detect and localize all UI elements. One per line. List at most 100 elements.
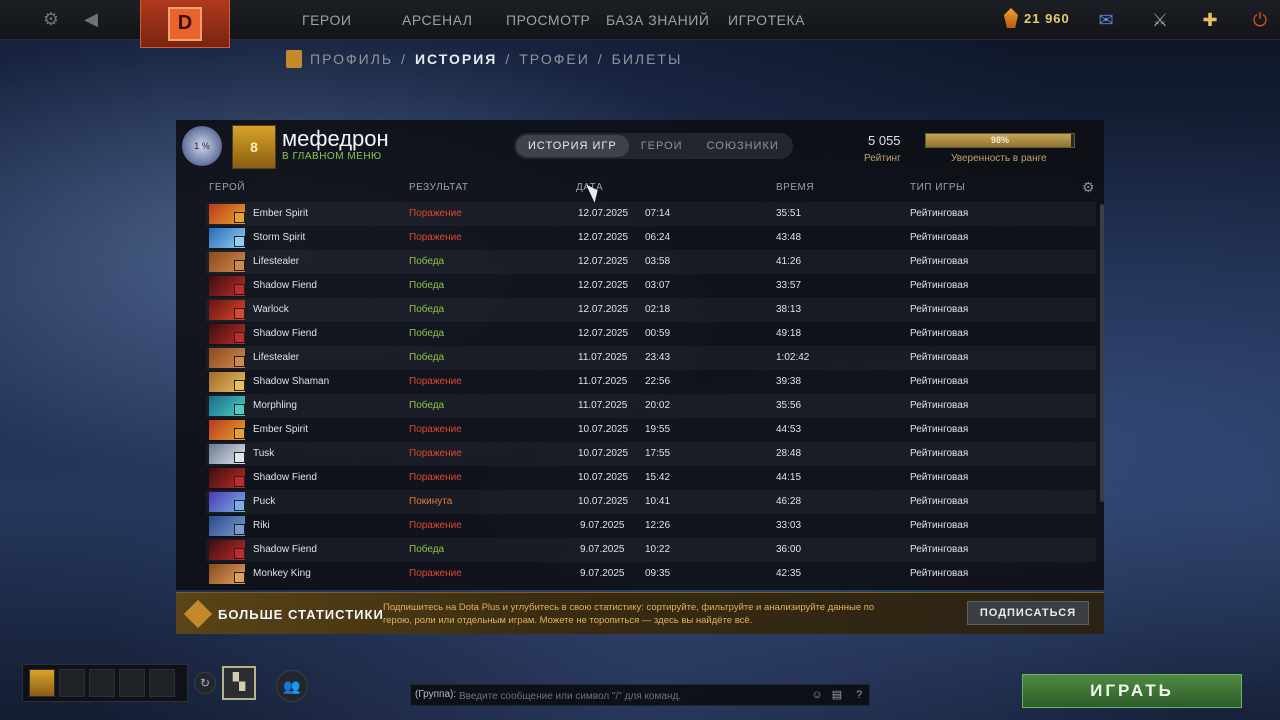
nav-item[interactable]: ГЕРОИ [294, 12, 359, 28]
role-badge-icon [234, 428, 245, 439]
match-result: Поражение [409, 568, 462, 579]
match-row[interactable]: Lifestealer Победа 12.07.2025 03:58 41:26 Рей… [206, 250, 1096, 274]
nav-item[interactable]: ИГРОТЕКА [720, 12, 813, 28]
match-time: 02:18 [645, 304, 671, 315]
nav-item[interactable]: АРСЕНАЛ [394, 12, 480, 28]
subscribe-button[interactable]: ПОДПИСАТЬСЯ [967, 601, 1089, 625]
match-row[interactable]: Ember Spirit Поражение 12.07.2025 07:14 35:5… [206, 202, 1096, 226]
group-icon[interactable]: 👥 [276, 670, 308, 702]
party-slot-empty[interactable] [119, 669, 145, 697]
armory-icon[interactable]: ⚔ [1146, 6, 1174, 34]
subnav-trophies[interactable]: ТРОФЕИ [519, 51, 590, 67]
gear-icon[interactable]: ⚙ [40, 8, 62, 30]
scrollbar[interactable] [1100, 204, 1104, 502]
tab-allies[interactable]: СОЮЗНИКИ [695, 135, 791, 157]
party-slot-empty[interactable] [149, 669, 175, 697]
match-duration: 42:35 [776, 568, 802, 579]
match-time: 20:02 [645, 400, 671, 411]
role-badge-icon [234, 356, 245, 367]
match-time: 10:41 [645, 496, 671, 507]
chat-bar: (Группа): ☺ ▤ ? [410, 684, 870, 706]
party-slot-self[interactable] [29, 669, 55, 697]
match-type: Рейтинговая [910, 304, 969, 315]
column-result[interactable]: РЕЗУЛЬТАТ [409, 182, 468, 193]
subnav-history[interactable]: ИСТОРИЯ [415, 51, 497, 67]
match-row[interactable]: Shadow Fiend Победа 12.07.2025 03:07 33:57 Ре… [206, 274, 1096, 298]
match-row[interactable]: Storm Spirit Поражение 12.07.2025 06:24 43:4… [206, 226, 1096, 250]
match-type: Рейтинговая [910, 496, 969, 507]
nav-item[interactable]: ПРОСМОТР [498, 12, 598, 28]
player-name: мефедрон [282, 126, 389, 151]
party-slot-empty[interactable] [59, 669, 85, 697]
profile-subnav: ПРОФИЛЬ / ИСТОРИЯ / ТРОФЕИ / БИЛЕТЫ [286, 50, 682, 68]
nav-item[interactable]: БАЗА ЗНАНИЙ [598, 12, 717, 28]
chat-input[interactable] [459, 688, 799, 704]
match-date: 9.07.2025 [580, 544, 625, 555]
top-bar: ⚙ ◀ D ГЕРОИ АРСЕНАЛ ПРОСМОТР БАЗА ЗНАНИЙ ИГР… [0, 0, 1280, 48]
match-duration: 49:18 [776, 328, 802, 339]
match-row[interactable]: Puck Покинута 10.07.2025 10:41 46:28 Рейтинго… [206, 490, 1096, 514]
column-duration[interactable]: ВРЕМЯ [776, 182, 814, 193]
chat-mode-icon[interactable]: ▤ [829, 687, 845, 703]
rank-medal-icon[interactable]: 1 % [182, 126, 222, 166]
chat-icon[interactable]: ✉ [1092, 6, 1120, 34]
role-badge-icon [234, 452, 245, 463]
match-row[interactable]: Ember Spirit Поражение 10.07.2025 19:55 44:5… [206, 418, 1096, 442]
power-icon[interactable]: ⏻ [1246, 6, 1274, 34]
banner-title: БОЛЬШЕ СТАТИСТИКИ [218, 607, 384, 622]
match-date: 12.07.2025 [578, 256, 629, 267]
subnav-tickets[interactable]: БИЛЕТЫ [612, 51, 683, 67]
match-row[interactable]: Shadow Fiend Поражение 10.07.2025 15:42 44:1… [206, 466, 1096, 490]
hero-name: Shadow Fiend [253, 280, 317, 291]
role-badge-icon [234, 212, 245, 223]
match-row[interactable]: Warlock Победа 12.07.2025 02:18 38:13 Рейтинг… [206, 298, 1096, 322]
role-badge-icon [234, 236, 245, 247]
shards-balance[interactable]: 21 960 [1004, 8, 1070, 28]
match-row[interactable]: Shadow Fiend Победа 12.07.2025 00:59 49:18 Ре… [206, 322, 1096, 346]
match-result: Победа [409, 400, 445, 411]
match-result: Поражение [409, 472, 462, 483]
match-row[interactable]: Tusk Поражение 10.07.2025 17:55 28:48 Рейтинг… [206, 442, 1096, 466]
settings-gear-icon[interactable]: ⚙ [1082, 180, 1096, 194]
dota-plus-icon[interactable]: ✚ [1196, 6, 1224, 34]
hero-name: Tusk [253, 448, 275, 459]
avatar[interactable]: 8 [232, 125, 276, 169]
battle-pass-badge-icon[interactable]: ▚ [222, 666, 256, 700]
rating-value: 5 055 [868, 133, 901, 148]
match-row[interactable]: Shadow Fiend Победа 9.07.2025 10:22 36:00 Рей… [206, 538, 1096, 562]
hero-name: Lifestealer [253, 256, 300, 267]
hero-name: Lifestealer [253, 352, 300, 363]
match-type: Рейтинговая [910, 376, 969, 387]
match-time: 09:35 [645, 568, 671, 579]
emoji-icon[interactable]: ☺ [809, 687, 825, 703]
match-row[interactable]: Shadow Shaman Поражение 11.07.2025 22:56 39:… [206, 370, 1096, 394]
column-hero[interactable]: ГЕРОЙ [209, 182, 245, 193]
match-result: Победа [409, 256, 445, 267]
match-type: Рейтинговая [910, 208, 969, 219]
match-row[interactable]: Morphling Победа 11.07.2025 20:02 35:56 Рейти… [206, 394, 1096, 418]
tab-match-history[interactable]: ИСТОРИЯ ИГР [516, 135, 629, 157]
dota-logo-button[interactable]: D [140, 0, 230, 48]
tab-heroes[interactable]: ГЕРОИ [629, 135, 695, 157]
help-icon[interactable]: ? [851, 687, 867, 703]
match-date: 11.07.2025 [578, 376, 628, 387]
play-button[interactable]: ИГРАТЬ [1022, 674, 1242, 708]
party-slot-empty[interactable] [89, 669, 115, 697]
match-date: 12.07.2025 [578, 232, 629, 243]
match-row[interactable]: Lifestealer Победа 11.07.2025 23:43 1:02:42 Р… [206, 346, 1096, 370]
hero-name: Morphling [253, 400, 297, 411]
refresh-icon[interactable]: ↻ [194, 672, 216, 694]
role-badge-icon [234, 308, 245, 319]
back-arrow-icon[interactable]: ◀ [80, 8, 102, 30]
column-game-type[interactable]: ТИП ИГРЫ [910, 182, 965, 193]
match-row[interactable]: Riki Поражение 9.07.2025 12:26 33:03 Рейтинго… [206, 514, 1096, 538]
role-badge-icon [234, 500, 245, 511]
match-row[interactable]: Monkey King Поражение 9.07.2025 09:35 42:35 Р… [206, 562, 1096, 586]
match-type: Рейтинговая [910, 352, 969, 363]
match-duration: 41:26 [776, 256, 802, 267]
subnav-separator: / [597, 51, 604, 67]
history-tabs: ИСТОРИЯ ИГР ГЕРОИ СОЮЗНИКИ [514, 133, 793, 159]
subnav-profile[interactable]: ПРОФИЛЬ [310, 51, 393, 67]
subnav-separator: / [505, 51, 512, 67]
match-time: 00:59 [645, 328, 671, 339]
